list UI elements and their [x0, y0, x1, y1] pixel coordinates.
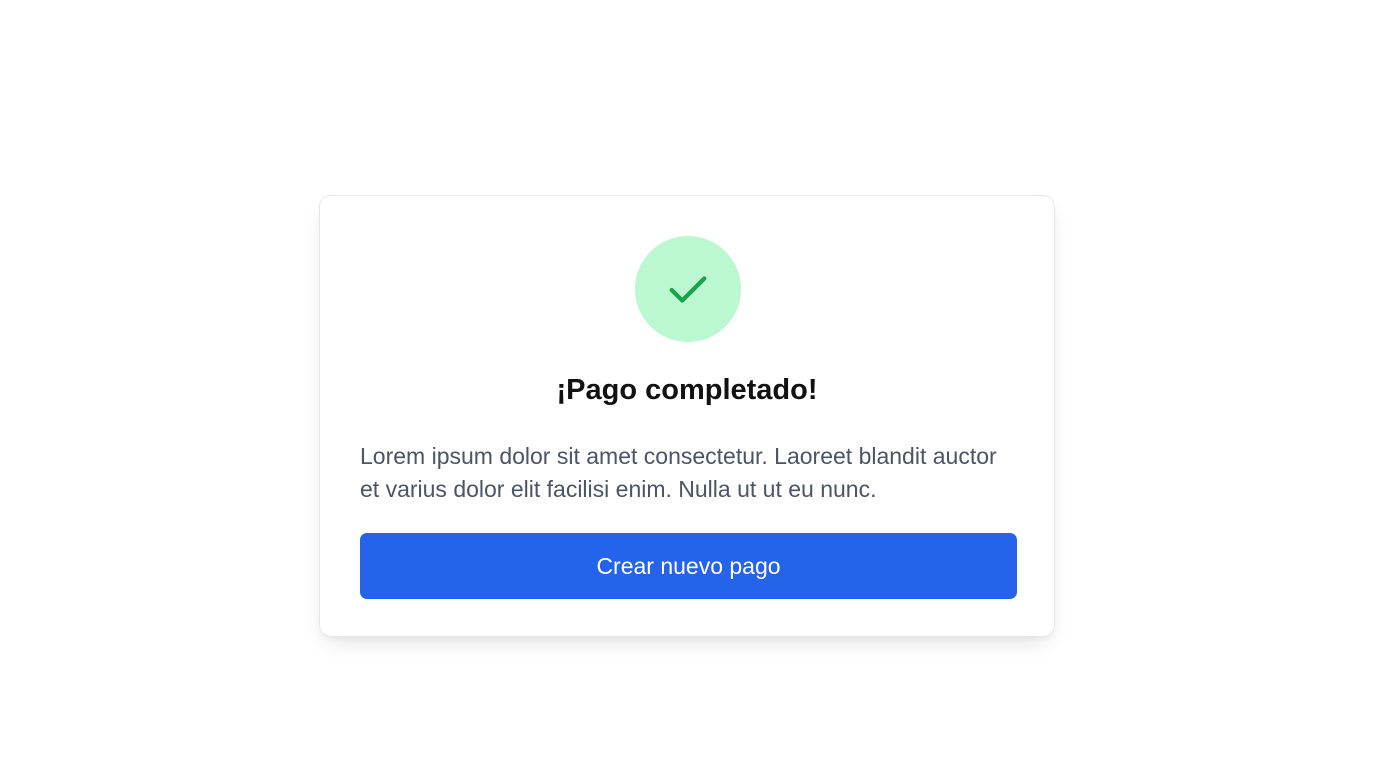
payment-success-card: ¡Pago completado! Lorem ipsum dolor sit …	[319, 195, 1055, 637]
create-new-payment-button[interactable]: Crear nuevo pago	[360, 533, 1017, 599]
page-title: ¡Pago completado!	[556, 374, 818, 406]
description-text: Lorem ipsum dolor sit amet consectetur. …	[360, 443, 997, 502]
success-icon-badge	[635, 236, 741, 342]
check-icon	[669, 276, 707, 303]
